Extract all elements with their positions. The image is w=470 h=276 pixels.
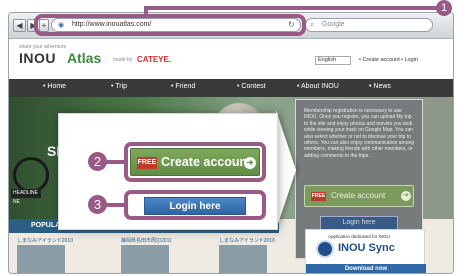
nav-trip-label: Trip — [115, 83, 128, 90]
nav-news[interactable]: • News — [369, 83, 391, 90]
nav-about-label: About INOU — [301, 83, 339, 90]
step-2-marker: 2 — [88, 152, 107, 171]
nav-home[interactable]: • Home — [43, 83, 66, 90]
feed-thumbnail[interactable] — [121, 245, 169, 273]
sync-name: INOU Sync — [338, 242, 395, 254]
address-bar-highlight — [34, 14, 306, 36]
language-select[interactable]: English — [315, 56, 351, 65]
arrow-right-icon: ➔ — [401, 191, 411, 201]
mini-create-account-button[interactable]: FREE Create account ➔ — [304, 185, 414, 207]
back-arrow-icon[interactable]: ◀ — [13, 19, 26, 32]
search-placeholder: Google — [322, 21, 345, 28]
nav-friend[interactable]: • Friend — [171, 83, 195, 90]
search-icon: ⌕ — [310, 20, 315, 29]
feed-thumbnail[interactable] — [17, 245, 65, 273]
step-1-marker: 1 — [436, 0, 452, 16]
sponsor-brand: CATEYE. — [137, 55, 172, 64]
signup-description: Membership registration is necessary to … — [304, 108, 415, 159]
nav-trip[interactable]: • Trip — [111, 83, 127, 90]
mini-create-account-label: Create account — [331, 191, 386, 200]
nav-friend-label: Friend — [175, 83, 196, 90]
feed-item-title[interactable]: しまなみアイランド2010 — [219, 237, 275, 244]
sync-logo-icon — [316, 240, 334, 258]
nav-about[interactable]: • About INOU — [297, 83, 339, 90]
main-nav: • Home • Trip • Friend • Contest • About… — [9, 79, 453, 97]
search-input[interactable]: ⌕ Google — [305, 18, 433, 32]
create-account-label: Create account — [161, 155, 252, 169]
sync-subtitle: Application dedicated for INOU — [328, 234, 390, 239]
nav-home-label: Home — [47, 83, 67, 90]
feed-item-title[interactable]: しまなみアイランド2010 — [17, 237, 73, 244]
nav-contest-label: Contest — [241, 83, 266, 90]
login-button[interactable]: Login here — [144, 197, 246, 215]
step-3-marker: 3 — [88, 195, 107, 214]
step1-connector-vertical — [144, 6, 148, 18]
arrow-right-icon: ➔ — [244, 157, 256, 169]
logo-atlas[interactable]: Atlas — [67, 50, 101, 66]
site-header: share your adventure INOU Atlas made by … — [9, 39, 453, 79]
login-highlight: Login here — [124, 190, 266, 220]
create-account-highlight: FREE Create account ➔ — [124, 142, 266, 182]
step1-connector — [144, 6, 438, 10]
inou-sync-card[interactable]: Application dedicated for INOU INOU Sync… — [305, 229, 426, 273]
mini-login-button[interactable]: Login here — [320, 216, 398, 230]
nav-news-label: News — [373, 83, 391, 90]
header-login-link[interactable]: • Login — [401, 57, 418, 63]
mini-free-badge: FREE — [311, 192, 326, 201]
header-create-account-link[interactable]: • Create account — [359, 57, 400, 63]
sponsor-label: made by — [113, 57, 133, 63]
download-now-label: Download now — [344, 266, 388, 272]
headline-news-label[interactable]: HEADLINE NE — [11, 189, 41, 205]
nav-contest[interactable]: • Contest — [237, 83, 266, 90]
popular-label: POPULA — [31, 222, 61, 229]
callout-pointer — [276, 110, 296, 230]
download-now-button[interactable]: Download now — [306, 264, 426, 273]
bicycle-wheel-image — [13, 157, 49, 193]
login-label: Login here — [169, 201, 221, 212]
feed-item-title[interactable]: 静岡県島田市周辺2011 — [121, 237, 172, 244]
create-account-button[interactable]: FREE Create account ➔ — [130, 148, 260, 176]
logo-inou[interactable]: INOU — [19, 50, 56, 66]
feed-thumbnail[interactable] — [219, 245, 267, 273]
free-badge: FREE — [137, 157, 157, 169]
